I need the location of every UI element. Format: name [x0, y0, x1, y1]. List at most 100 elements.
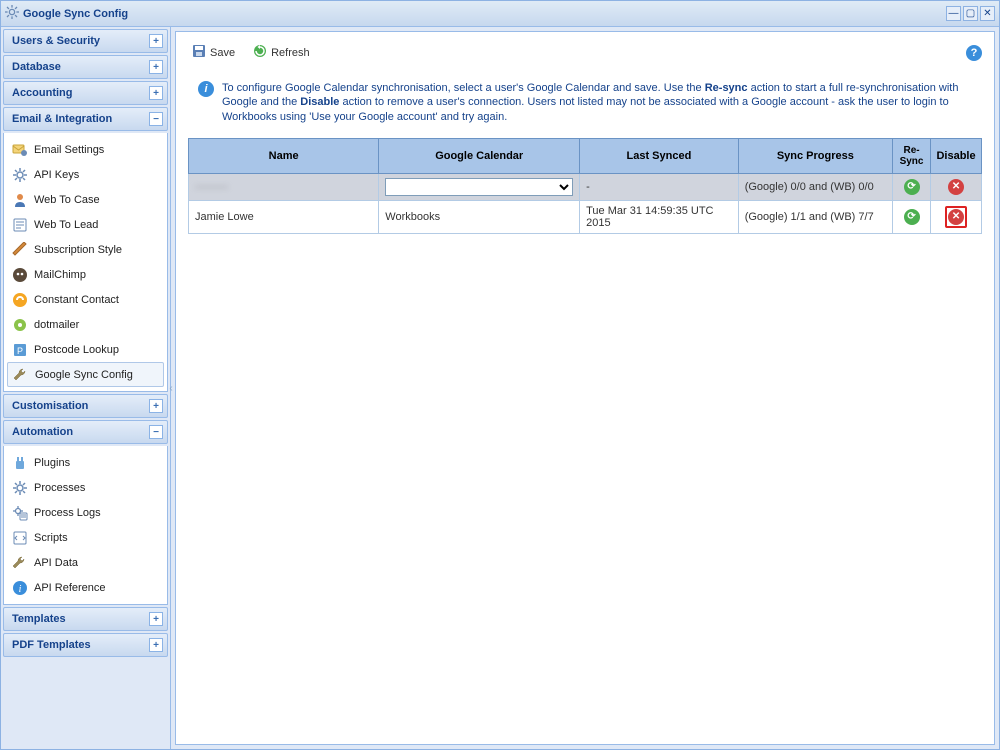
sidebar-item-plugins[interactable]: Plugins [4, 450, 167, 475]
cell-progress: (Google) 1/1 and (WB) 7/7 [738, 200, 892, 233]
acc-toggle-icon: − [149, 112, 163, 126]
acc-label: Automation [12, 426, 73, 438]
svg-text:P: P [17, 346, 23, 356]
refresh-icon [253, 44, 267, 61]
form-icon [12, 217, 28, 233]
cell-resync: ⟳ [893, 173, 931, 200]
acc-label: PDF Templates [12, 639, 91, 651]
acc-label: Email & Integration [12, 113, 112, 125]
acc-toggle-icon: + [149, 34, 163, 48]
info-icon: i [12, 580, 28, 596]
sidebar-item-label: Web To Lead [34, 219, 98, 231]
sidebar-item-postcode-lookup[interactable]: P Postcode Lookup [4, 337, 167, 362]
sidebar-item-process-logs[interactable]: Process Logs [4, 500, 167, 525]
col-name: Name [189, 138, 379, 173]
mailchimp-icon [12, 267, 28, 283]
col-progress: Sync Progress [738, 138, 892, 173]
cell-last-synced: - [580, 173, 739, 200]
acc-header-customisation[interactable]: Customisation+ [3, 394, 168, 418]
acc-label: Accounting [12, 87, 73, 99]
cell-disable: ✕ [931, 173, 982, 200]
sync-table: Name Google Calendar Last Synced Sync Pr… [188, 138, 982, 234]
cell-resync: ⟳ [893, 200, 931, 233]
cell-calendar: Workbooks [379, 200, 580, 233]
acc-header-accounting[interactable]: Accounting+ [3, 81, 168, 105]
info-icon: i [198, 81, 214, 97]
acc-header-templates[interactable]: Templates+ [3, 607, 168, 631]
main-panel: Save Refresh ? i To configure Google Cal… [175, 31, 995, 745]
close-button[interactable]: ✕ [980, 6, 995, 21]
acc-toggle-icon: + [149, 60, 163, 74]
splitter-handle[interactable]: ‹ [168, 373, 174, 403]
disable-button[interactable]: ✕ [948, 209, 964, 225]
sidebar-item-label: Process Logs [34, 507, 101, 519]
blurred-name: ——— [195, 181, 228, 193]
refresh-label: Refresh [271, 47, 310, 59]
sidebar-item-google-sync-config[interactable]: Google Sync Config [7, 362, 164, 387]
save-button[interactable]: Save [188, 42, 239, 63]
sidebar-item-processes[interactable]: Processes [4, 475, 167, 500]
sidebar-item-api-keys[interactable]: API Keys [4, 162, 167, 187]
script-icon [12, 530, 28, 546]
acc-label: Templates [12, 613, 66, 625]
sidebar-item-api-data[interactable]: API Data [4, 550, 167, 575]
acc-label: Users & Security [12, 35, 100, 47]
sidebar-item-email-settings[interactable]: Email Settings [4, 137, 167, 162]
sidebar-item-web-to-case[interactable]: Web To Case [4, 187, 167, 212]
acc-body: PluginsProcesses Process Logs Scripts API D… [3, 446, 168, 605]
postcode-icon: P [12, 342, 28, 358]
sidebar-item-subscription-style[interactable]: Subscription Style [4, 237, 167, 262]
sidebar-item-scripts[interactable]: Scripts [4, 525, 167, 550]
person-icon [12, 192, 28, 208]
col-resync: Re-Sync [893, 138, 931, 173]
cell-name: Jamie Lowe [189, 200, 379, 233]
calendar-select[interactable] [385, 178, 573, 196]
brush-icon [12, 242, 28, 258]
acc-header-database[interactable]: Database+ [3, 55, 168, 79]
window-title-text: Google Sync Config [23, 8, 128, 20]
sidebar-item-label: API Data [34, 557, 78, 569]
sidebar: Users & Security+Database+Accounting+Ema… [1, 27, 171, 749]
cell-calendar [379, 173, 580, 200]
plugin-icon [12, 455, 28, 471]
col-disable: Disable [931, 138, 982, 173]
acc-header-users-security[interactable]: Users & Security + [3, 29, 168, 53]
sidebar-item-label: API Reference [34, 582, 106, 594]
minimize-button[interactable]: — [946, 6, 961, 21]
refresh-button[interactable]: Refresh [249, 42, 314, 63]
sidebar-item-constant-contact[interactable]: Constant Contact [4, 287, 167, 312]
resync-button[interactable]: ⟳ [904, 209, 920, 225]
resync-button[interactable]: ⟳ [904, 179, 920, 195]
cell-name: ——— [189, 173, 379, 200]
sidebar-item-label: Constant Contact [34, 294, 119, 306]
disable-button[interactable]: ✕ [948, 179, 964, 195]
sidebar-item-dotmailer[interactable]: dotmailer [4, 312, 167, 337]
table-row: Jamie LoweWorkbooksTue Mar 31 14:59:35 U… [189, 200, 982, 233]
sidebar-item-label: Scripts [34, 532, 68, 544]
sidebar-item-label: Subscription Style [34, 244, 122, 256]
cell-last-synced: Tue Mar 31 14:59:35 UTC 2015 [580, 200, 739, 233]
sidebar-item-mailchimp[interactable]: MailChimp [4, 262, 167, 287]
acc-toggle-icon: − [149, 425, 163, 439]
svg-text:i: i [19, 584, 22, 595]
acc-header-email-integration[interactable]: Email & Integration − [3, 107, 168, 131]
gear-icon [12, 480, 28, 496]
cell-progress: (Google) 0/0 and (WB) 0/0 [738, 173, 892, 200]
sidebar-item-label: Email Settings [34, 144, 104, 156]
gear-icon [12, 167, 28, 183]
sidebar-item-label: Postcode Lookup [34, 344, 119, 356]
col-calendar: Google Calendar [379, 138, 580, 173]
info-box: i To configure Google Calendar synchroni… [188, 73, 982, 138]
highlight-frame: ✕ [945, 206, 967, 228]
sidebar-item-web-to-lead[interactable]: Web To Lead [4, 212, 167, 237]
acc-header-pdf-templates[interactable]: PDF Templates+ [3, 633, 168, 657]
sidebar-item-label: Google Sync Config [35, 369, 133, 381]
main: ‹ Save Refresh ? [171, 27, 999, 749]
titlebar: Google Sync Config — ▢ ✕ [1, 1, 999, 27]
sidebar-item-api-reference[interactable]: i API Reference [4, 575, 167, 600]
sidebar-item-label: MailChimp [34, 269, 86, 281]
acc-header-automation[interactable]: Automation − [3, 420, 168, 444]
help-icon[interactable]: ? [966, 45, 982, 61]
sidebar-item-label: Web To Case [34, 194, 100, 206]
maximize-button[interactable]: ▢ [963, 6, 978, 21]
